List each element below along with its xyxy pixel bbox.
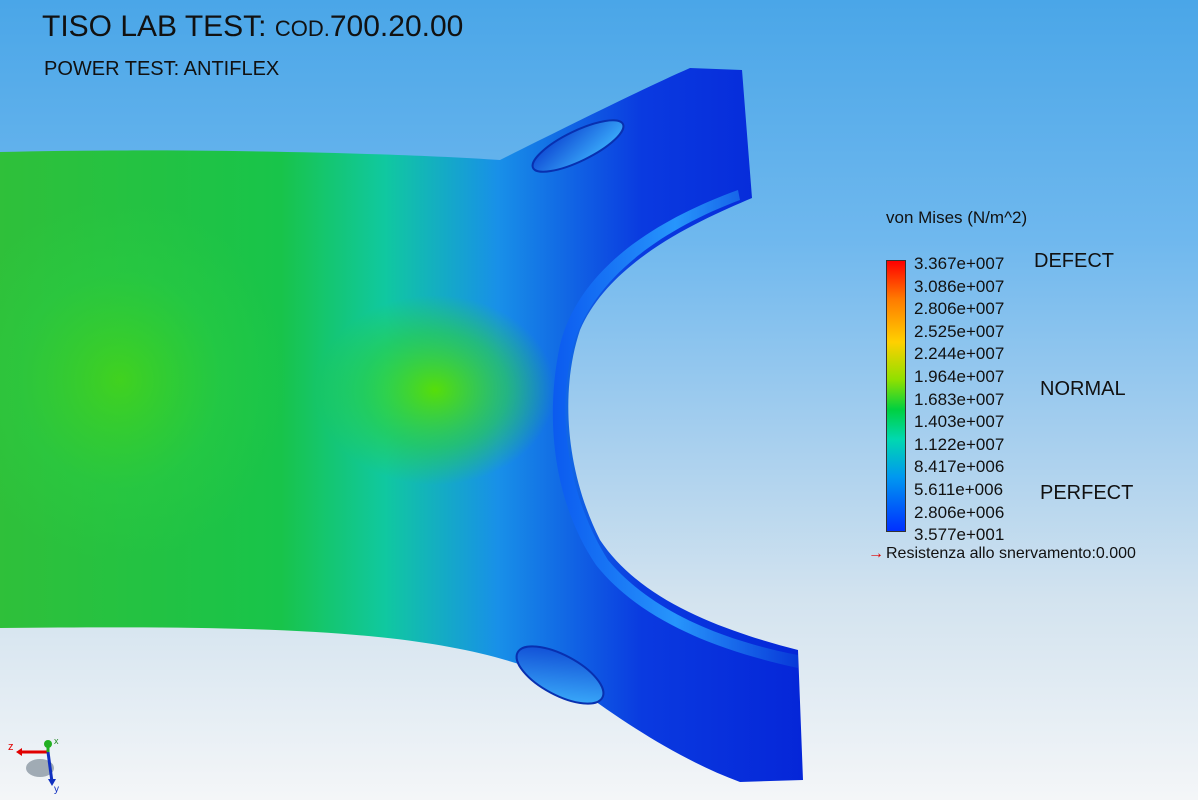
level-normal: NORMAL <box>1040 378 1126 400</box>
title-main: TISO LAB TEST: <box>42 10 267 43</box>
legend-tick: 2.244e+007 <box>914 344 1005 364</box>
legend-tick: 8.417e+006 <box>914 457 1005 477</box>
legend-tick: 1.403e+007 <box>914 412 1005 432</box>
legend-tick: 2.525e+007 <box>914 321 1005 341</box>
y-axis-label: y <box>54 784 59 794</box>
legend-tick: 3.086e+007 <box>914 276 1005 296</box>
level-defect: DEFECT <box>1034 250 1114 272</box>
legend-tick: 2.806e+007 <box>914 299 1005 319</box>
subtitle-value: ANTIFLEX <box>183 58 280 80</box>
level-perfect: PERFECT <box>1040 482 1134 504</box>
legend-tick: 3.577e+001 <box>914 525 1005 545</box>
page-title: TISO LAB TEST: COD.700.20.00 <box>42 10 463 44</box>
page-subtitle: POWER TEST: ANTIFLEX <box>44 58 279 81</box>
subtitle-colon: : <box>173 58 180 80</box>
legend-tick: 5.611e+006 <box>914 480 1004 499</box>
fea-viewport[interactable]: TISO LAB TEST: COD.700.20.00 POWER TEST:… <box>0 0 1198 800</box>
stress-legend[interactable]: von Mises (N/m^2) 3.367e+007 3.086e+007 … <box>868 208 1198 588</box>
y-axis-line <box>46 751 54 783</box>
stress-hotspot <box>315 295 555 485</box>
axis-triad[interactable]: z x y <box>4 734 74 794</box>
x-axis-label: x <box>54 736 59 746</box>
z-axis-label: z <box>8 741 14 753</box>
title-code-value: 700.20.00 <box>329 10 464 43</box>
arrow-right-icon: → <box>868 545 884 562</box>
title-code-prefix: COD. <box>274 16 330 41</box>
legend-color-bar <box>886 260 906 532</box>
z-axis-arrowhead <box>16 748 22 756</box>
legend-title: von Mises (N/m^2) <box>886 208 1028 227</box>
legend-tick: 1.683e+007 <box>914 389 1005 409</box>
legend-tick: 3.367e+007 <box>914 254 1005 273</box>
legend-tick: 1.964e+007 <box>914 367 1005 386</box>
legend-tick: 2.806e+006 <box>914 502 1005 522</box>
yield-strength-readout: → Resistenza allo snervamento:0.000 <box>868 545 1136 563</box>
subtitle-label: POWER TEST <box>44 58 174 80</box>
yield-strength-label: Resistenza allo snervamento:0.000 <box>886 545 1136 562</box>
legend-tick: 1.122e+007 <box>914 434 1005 454</box>
